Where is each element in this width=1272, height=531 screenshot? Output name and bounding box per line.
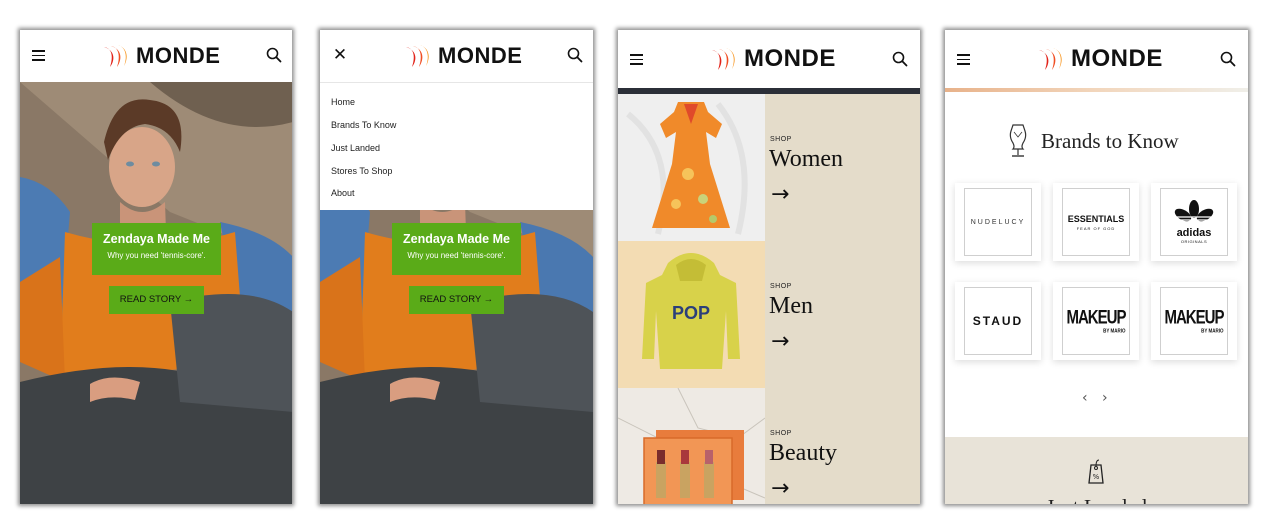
shop-row-beauty[interactable]: SHOP Beauty →: [618, 388, 920, 504]
logo-mark-icon: [1037, 46, 1063, 72]
brands-title: Brands to Know: [1041, 128, 1179, 153]
shop-row-women[interactable]: SHOP Women →: [618, 94, 920, 241]
carousel-prev-icon[interactable]: ‹: [1082, 390, 1088, 406]
top-bar: MONDE: [945, 30, 1248, 88]
brand-name: MONDE: [438, 43, 523, 68]
brand-logo-staud: STAUD: [972, 314, 1024, 328]
nav-item-home[interactable]: Home: [331, 97, 355, 107]
brand-name: MONDE: [136, 43, 221, 68]
brand-logo[interactable]: MONDE: [102, 41, 220, 71]
brand-name: MONDE: [744, 45, 836, 72]
brand-tile-essentials[interactable]: ESSENTIALS FEAR OF GOD: [1053, 183, 1139, 261]
shop-panel[interactable]: SHOP Women →: [765, 94, 920, 241]
story-subtitle: Why you need 'tennis-core'.: [107, 251, 206, 260]
mannequin-icon: [1009, 124, 1027, 157]
nav-item-brands-to-know[interactable]: Brands To Know: [331, 120, 396, 130]
search-icon[interactable]: [1220, 51, 1236, 67]
read-story-button[interactable]: READ STORY →: [409, 286, 504, 314]
brand-logo[interactable]: MONDE: [404, 41, 522, 71]
nav-item-about[interactable]: About: [331, 188, 355, 198]
nav-menu: Home Brands To Know Just Landed Stores T…: [320, 82, 593, 210]
top-bar: MONDE: [20, 30, 292, 82]
trefoil-icon: [1174, 200, 1214, 224]
makeup-name: MAKEUP: [1164, 306, 1224, 329]
top-bar: ✕ MONDE: [320, 30, 593, 82]
svg-text:%: %: [1093, 473, 1100, 481]
phone-screen-shop: MONDE SHOP Women → POP SHOP Men → SHOP B…: [618, 30, 920, 504]
carousel-next-icon[interactable]: ›: [1102, 390, 1108, 406]
shop-category-women: Women: [769, 146, 844, 172]
menu-icon[interactable]: [32, 50, 45, 61]
essentials-name: ESSENTIALS: [1067, 213, 1125, 224]
arrow-right-icon: →: [771, 182, 790, 207]
shop-panel[interactable]: SHOP Men →: [765, 241, 920, 388]
brand-name: MONDE: [1071, 45, 1163, 72]
price-tag-icon: %: [1088, 459, 1104, 484]
nav-item-stores-to-shop[interactable]: Stores To Shop: [331, 166, 392, 176]
just-landed-section: % Just Landed: [945, 437, 1248, 504]
logo-mark-icon: [102, 43, 128, 69]
banner-strip: [945, 88, 1248, 92]
story-subtitle: Why you need 'tennis-core'.: [407, 251, 506, 260]
logo-mark-icon: [404, 43, 430, 69]
brand-logo-makeup: MAKEUP BY MARIO: [1066, 306, 1126, 334]
shop-category-men: Men: [769, 293, 813, 319]
phone-screen-home: MONDE Zendaya Made Me Why you need 'tenn…: [20, 30, 292, 504]
search-icon[interactable]: [266, 47, 282, 63]
brand-tile-adidas[interactable]: adidas ORIGINALS: [1151, 183, 1237, 261]
brand-logo[interactable]: MONDE: [710, 44, 836, 74]
adidas-sub: ORIGINALS: [1180, 239, 1208, 244]
hoodie-text: POP: [672, 303, 710, 323]
brand-logo-adidas: adidas ORIGINALS: [1177, 227, 1212, 244]
shop-panel[interactable]: SHOP Beauty →: [765, 388, 920, 504]
shop-row-men[interactable]: POP SHOP Men →: [618, 241, 920, 388]
adidas-name: adidas: [1176, 227, 1212, 239]
shop-category-beauty: Beauty: [769, 440, 837, 466]
menu-icon[interactable]: [957, 54, 970, 65]
hero-banner: Zendaya Made Me Why you need 'tennis-cor…: [20, 82, 292, 504]
shop-label: SHOP: [770, 136, 792, 143]
search-icon[interactable]: [567, 47, 583, 63]
brand-logo-makeup: MAKEUP BY MARIO: [1164, 306, 1224, 334]
brand-logo-essentials: ESSENTIALS FEAR OF GOD: [1068, 214, 1125, 231]
just-landed-title: Just Landed: [945, 495, 1248, 504]
read-story-button[interactable]: READ STORY →: [109, 286, 204, 314]
top-bar: MONDE: [618, 30, 920, 88]
phone-screen-brands: MONDE Brands to Know NUDELUCY ESSENTIALS…: [945, 30, 1248, 504]
brand-tile-makeup-by-mario[interactable]: MAKEUP BY MARIO: [1151, 282, 1237, 360]
brand-logo-nudelucy: NUDELUCY: [970, 218, 1026, 226]
brand-tile-nudelucy[interactable]: NUDELUCY: [955, 183, 1041, 261]
arrow-right-icon: →: [771, 476, 790, 501]
brands-heading: Brands to Know: [1007, 121, 1179, 161]
phone-screen-menu: ✕ MONDE Home Brands To Know Just Landed …: [320, 30, 593, 504]
shop-label: SHOP: [770, 430, 792, 437]
story-title: Zendaya Made Me: [103, 232, 210, 246]
menu-icon[interactable]: [630, 54, 643, 65]
story-card[interactable]: Zendaya Made Me Why you need 'tennis-cor…: [392, 223, 521, 275]
search-icon[interactable]: [892, 51, 908, 67]
logo-mark-icon: [710, 46, 736, 72]
hoodie-image: POP: [618, 241, 765, 388]
hero-banner: Zendaya Made Me Why you need 'tennis-cor…: [320, 210, 593, 504]
brand-tile-staud[interactable]: STAUD: [955, 282, 1041, 360]
story-card[interactable]: Zendaya Made Me Why you need 'tennis-cor…: [92, 223, 221, 275]
shop-label: SHOP: [770, 283, 792, 290]
brand-logo[interactable]: MONDE: [1037, 44, 1163, 74]
brand-tile-makeup-by-mario[interactable]: MAKEUP BY MARIO: [1053, 282, 1139, 360]
story-title: Zendaya Made Me: [403, 232, 510, 246]
arrow-right-icon: →: [771, 329, 790, 354]
nav-item-just-landed[interactable]: Just Landed: [331, 143, 380, 153]
close-icon[interactable]: ✕: [332, 46, 348, 64]
essentials-sub: FEAR OF GOD: [1076, 225, 1116, 231]
lipstick-image: [618, 388, 765, 504]
dress-image: [618, 94, 765, 241]
makeup-name: MAKEUP: [1066, 306, 1126, 329]
